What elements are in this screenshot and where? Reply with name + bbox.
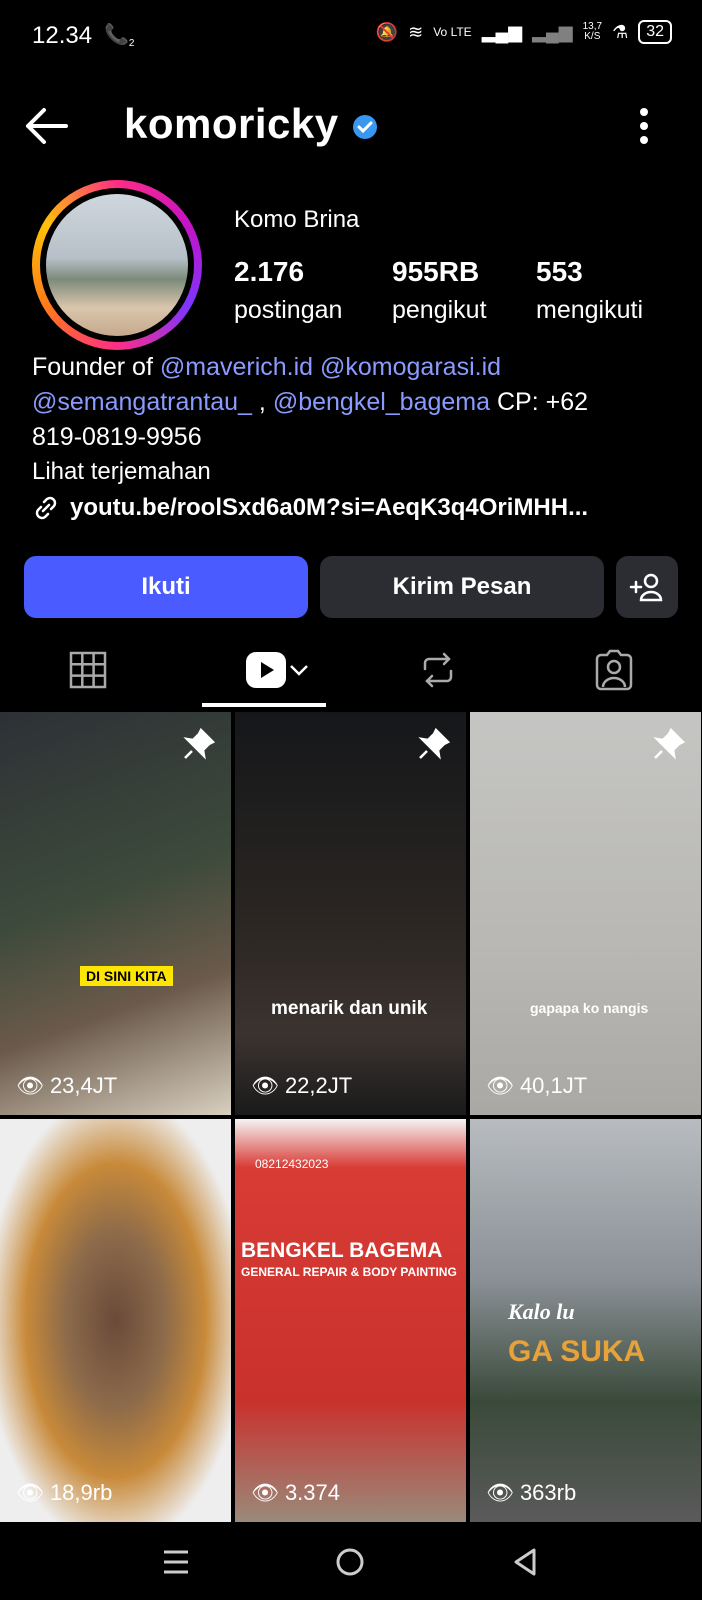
- stat-following[interactable]: 553 mengikuti: [536, 256, 643, 325]
- reel-thumbnail[interactable]: 08212432023 BENGKEL BAGEMA GENERAL REPAI…: [235, 1119, 466, 1522]
- wifi-icon: ≋: [408, 21, 424, 42]
- profile-full-name: Komo Brina: [234, 206, 360, 233]
- home-icon[interactable]: [334, 1546, 366, 1578]
- dnd-icon: 🔕: [375, 21, 399, 42]
- bio-text: Founder of: [32, 353, 160, 381]
- profile-bio: Founder of @maverich.id @komogarasi.id @…: [32, 350, 672, 455]
- tab-tagged[interactable]: [586, 644, 642, 696]
- view-count: 👁 18,9rb: [16, 1480, 113, 1505]
- bio-mention[interactable]: @maverich.id: [160, 353, 313, 381]
- bio-text: CP: +62: [490, 388, 589, 416]
- tagged-icon: [595, 649, 633, 691]
- stat-posts[interactable]: 2.176 postingan: [234, 256, 342, 325]
- view-count: 👁 23,4JT: [16, 1073, 118, 1098]
- reel-caption: gapapa ko nangis: [530, 1000, 649, 1016]
- reels-icon: [246, 652, 286, 688]
- eye-icon: 👁: [486, 1073, 514, 1098]
- chevron-down-icon: [290, 665, 308, 676]
- system-nav-bar: [0, 1524, 702, 1600]
- pin-icon: [183, 728, 215, 760]
- speed-indicator: 13,7 K/S: [582, 21, 603, 42]
- stat-value: 2.176: [234, 256, 305, 287]
- bio-link[interactable]: youtu.be/roolSxd6a0M?si=AeqK3q4OriMHH...: [32, 494, 588, 522]
- follow-button[interactable]: Ikuti: [24, 556, 308, 618]
- signal2-icon: ▂▄▆: [532, 21, 573, 42]
- add-person-icon: [629, 573, 663, 602]
- view-count: 👁 22,2JT: [251, 1073, 353, 1098]
- stat-label: pengikut: [392, 296, 487, 324]
- reels-grid: DI SINI KITA 👁 23,4JT menarik dan unik 👁 2…: [0, 712, 702, 1524]
- bio-link-text: youtu.be/roolSxd6a0M?si=AeqK3q4OriMHH...: [70, 494, 589, 521]
- active-tab-indicator: [202, 703, 326, 707]
- tab-reposts[interactable]: [410, 644, 466, 696]
- message-button[interactable]: Kirim Pesan: [320, 556, 604, 618]
- view-count: 👁 40,1JT: [486, 1073, 588, 1098]
- back-icon[interactable]: [510, 1546, 542, 1578]
- bio-mention[interactable]: @semangatrantau_: [32, 388, 252, 416]
- reel-caption: menarik dan unik: [271, 998, 428, 1019]
- reel-caption: BENGKEL BAGEMA: [241, 1239, 443, 1262]
- stat-value: 553: [536, 256, 583, 287]
- eye-icon: 👁: [16, 1480, 44, 1505]
- see-translation-link[interactable]: Lihat terjemahan: [32, 458, 211, 486]
- avatar: [46, 194, 188, 336]
- bio-phone: 819-0819-9956: [32, 423, 202, 451]
- bio-mention[interactable]: @bengkel_bagema: [273, 388, 490, 416]
- tab-reels[interactable]: [232, 644, 322, 696]
- suggest-people-button[interactable]: [616, 556, 678, 618]
- call-icon: 📞2: [104, 24, 135, 49]
- phone-sign: 08212432023: [255, 1157, 329, 1171]
- reel-thumbnail[interactable]: Kalo lu GA SUKA 👁 363rb: [470, 1119, 701, 1522]
- reel-caption: DI SINI KITA: [80, 966, 173, 986]
- eye-icon: 👁: [251, 1480, 279, 1505]
- bio-text: ,: [251, 388, 266, 416]
- stat-followers[interactable]: 955RB pengikut: [392, 256, 487, 325]
- stat-value: 955RB: [392, 256, 480, 287]
- pin-icon: [653, 728, 685, 760]
- profile-tabs: [0, 636, 702, 710]
- status-icons: 🔕 ≋ Vo LTE ▂▄▆ ▂▄▆ 13,7 K/S ⚗ 32: [376, 20, 672, 44]
- profile-header: komoricky: [0, 96, 702, 156]
- status-time: 12.34: [32, 22, 93, 49]
- avatar-story-ring[interactable]: [32, 180, 202, 350]
- battery-icon: 32: [638, 20, 672, 44]
- reel-thumbnail[interactable]: DI SINI KITA 👁 23,4JT: [0, 712, 231, 1115]
- reel-caption-top: Kalo lu: [508, 1299, 575, 1324]
- view-count: 👁 3.374: [251, 1480, 340, 1505]
- back-arrow-icon[interactable]: [22, 104, 70, 148]
- recents-icon[interactable]: [160, 1546, 192, 1578]
- reel-thumbnail[interactable]: 👁 18,9rb: [0, 1119, 231, 1522]
- signal-icon: ▂▄▆: [481, 21, 523, 42]
- status-bar: 12.34 📞2 🔕 ≋ Vo LTE ▂▄▆ ▂▄▆ 13,7 K/S ⚗ 32: [0, 0, 702, 72]
- more-vert-icon[interactable]: [638, 106, 650, 146]
- grid-icon: [69, 651, 107, 689]
- stat-label: mengikuti: [536, 296, 643, 324]
- volte-label: Vo LTE: [433, 25, 472, 39]
- eye-icon: 👁: [16, 1073, 44, 1098]
- link-icon: [35, 496, 57, 520]
- tab-grid[interactable]: [60, 644, 116, 696]
- reel-caption: GA SUKA: [508, 1335, 646, 1368]
- repost-icon: [423, 652, 453, 688]
- reel-thumbnail[interactable]: gapapa ko nangis 👁 40,1JT: [470, 712, 701, 1115]
- view-count: 👁 363rb: [486, 1480, 577, 1505]
- pin-icon: [418, 728, 450, 760]
- stat-label: postingan: [234, 296, 343, 324]
- eye-icon: 👁: [486, 1480, 514, 1505]
- reel-thumbnail[interactable]: menarik dan unik 👁 22,2JT: [235, 712, 466, 1115]
- bio-mention[interactable]: @komogarasi.id: [320, 353, 501, 381]
- reel-subcaption: GENERAL REPAIR & BODY PAINTING: [241, 1265, 457, 1279]
- eye-icon: 👁: [251, 1073, 279, 1098]
- profile-username: komoricky: [124, 100, 339, 147]
- lab-icon: ⚗: [612, 21, 629, 42]
- verified-badge-icon: [353, 115, 377, 139]
